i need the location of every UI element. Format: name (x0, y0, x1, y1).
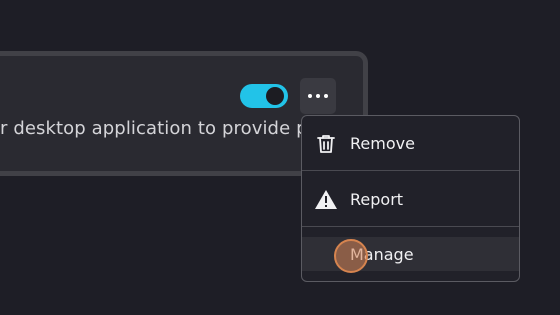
screen: r desktop application to provide p Remov… (0, 0, 560, 315)
menu-item-remove[interactable]: Remove (302, 116, 519, 171)
warning-icon (315, 189, 337, 209)
menu-divider (302, 170, 519, 171)
menu-item-report[interactable]: Report (302, 172, 519, 227)
click-indicator (334, 239, 368, 273)
toggle-knob (266, 87, 284, 105)
menu-item-label: Report (350, 190, 404, 209)
menu-divider (302, 226, 519, 227)
more-options-button[interactable] (300, 78, 336, 114)
extension-description: r desktop application to provide p (0, 118, 308, 139)
trash-icon (317, 134, 335, 153)
extension-toggle[interactable] (240, 84, 288, 108)
more-horizontal-icon (308, 94, 312, 98)
menu-item-label: Remove (350, 134, 415, 153)
